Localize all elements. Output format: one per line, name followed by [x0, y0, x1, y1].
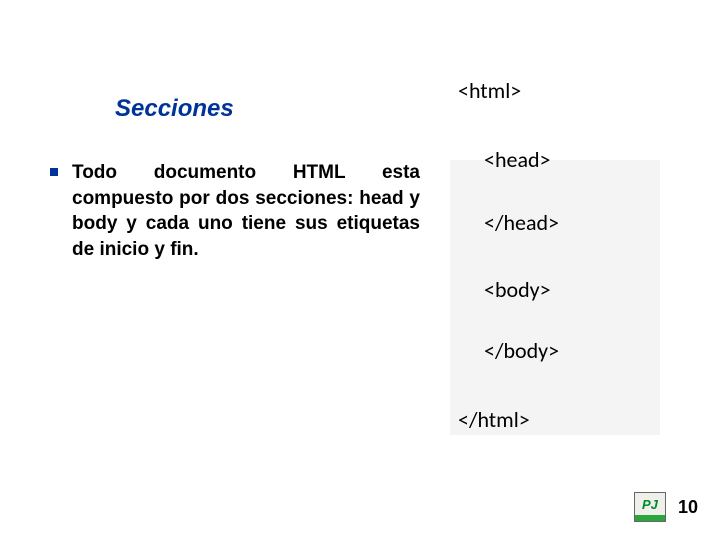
tag-body-open: <body> — [456, 274, 654, 305]
text-column: Todo documento HTML esta compuesto por d… — [50, 160, 420, 435]
tag-body-close: </body> — [456, 335, 654, 366]
bullet-item: Todo documento HTML esta compuesto por d… — [50, 160, 420, 263]
footer: PJ 10 — [634, 492, 698, 522]
tag-html-open: <html> — [456, 75, 654, 106]
html-tags-panel: <html> <head> </head> <body> </body> </h… — [450, 160, 660, 435]
page-number: 10 — [678, 497, 698, 518]
content-row: Todo documento HTML esta compuesto por d… — [50, 160, 660, 435]
logo-bar — [635, 515, 665, 521]
slide-title: Secciones — [115, 95, 234, 123]
logo-icon: PJ — [634, 492, 666, 522]
tag-html-close: </html> — [456, 404, 654, 435]
logo-text: PJ — [635, 493, 665, 515]
tag-head-open: <head> — [456, 144, 654, 175]
tag-head-close: </head> — [456, 207, 654, 238]
bullet-square-icon — [50, 168, 58, 176]
bullet-text: Todo documento HTML esta compuesto por d… — [72, 160, 420, 263]
